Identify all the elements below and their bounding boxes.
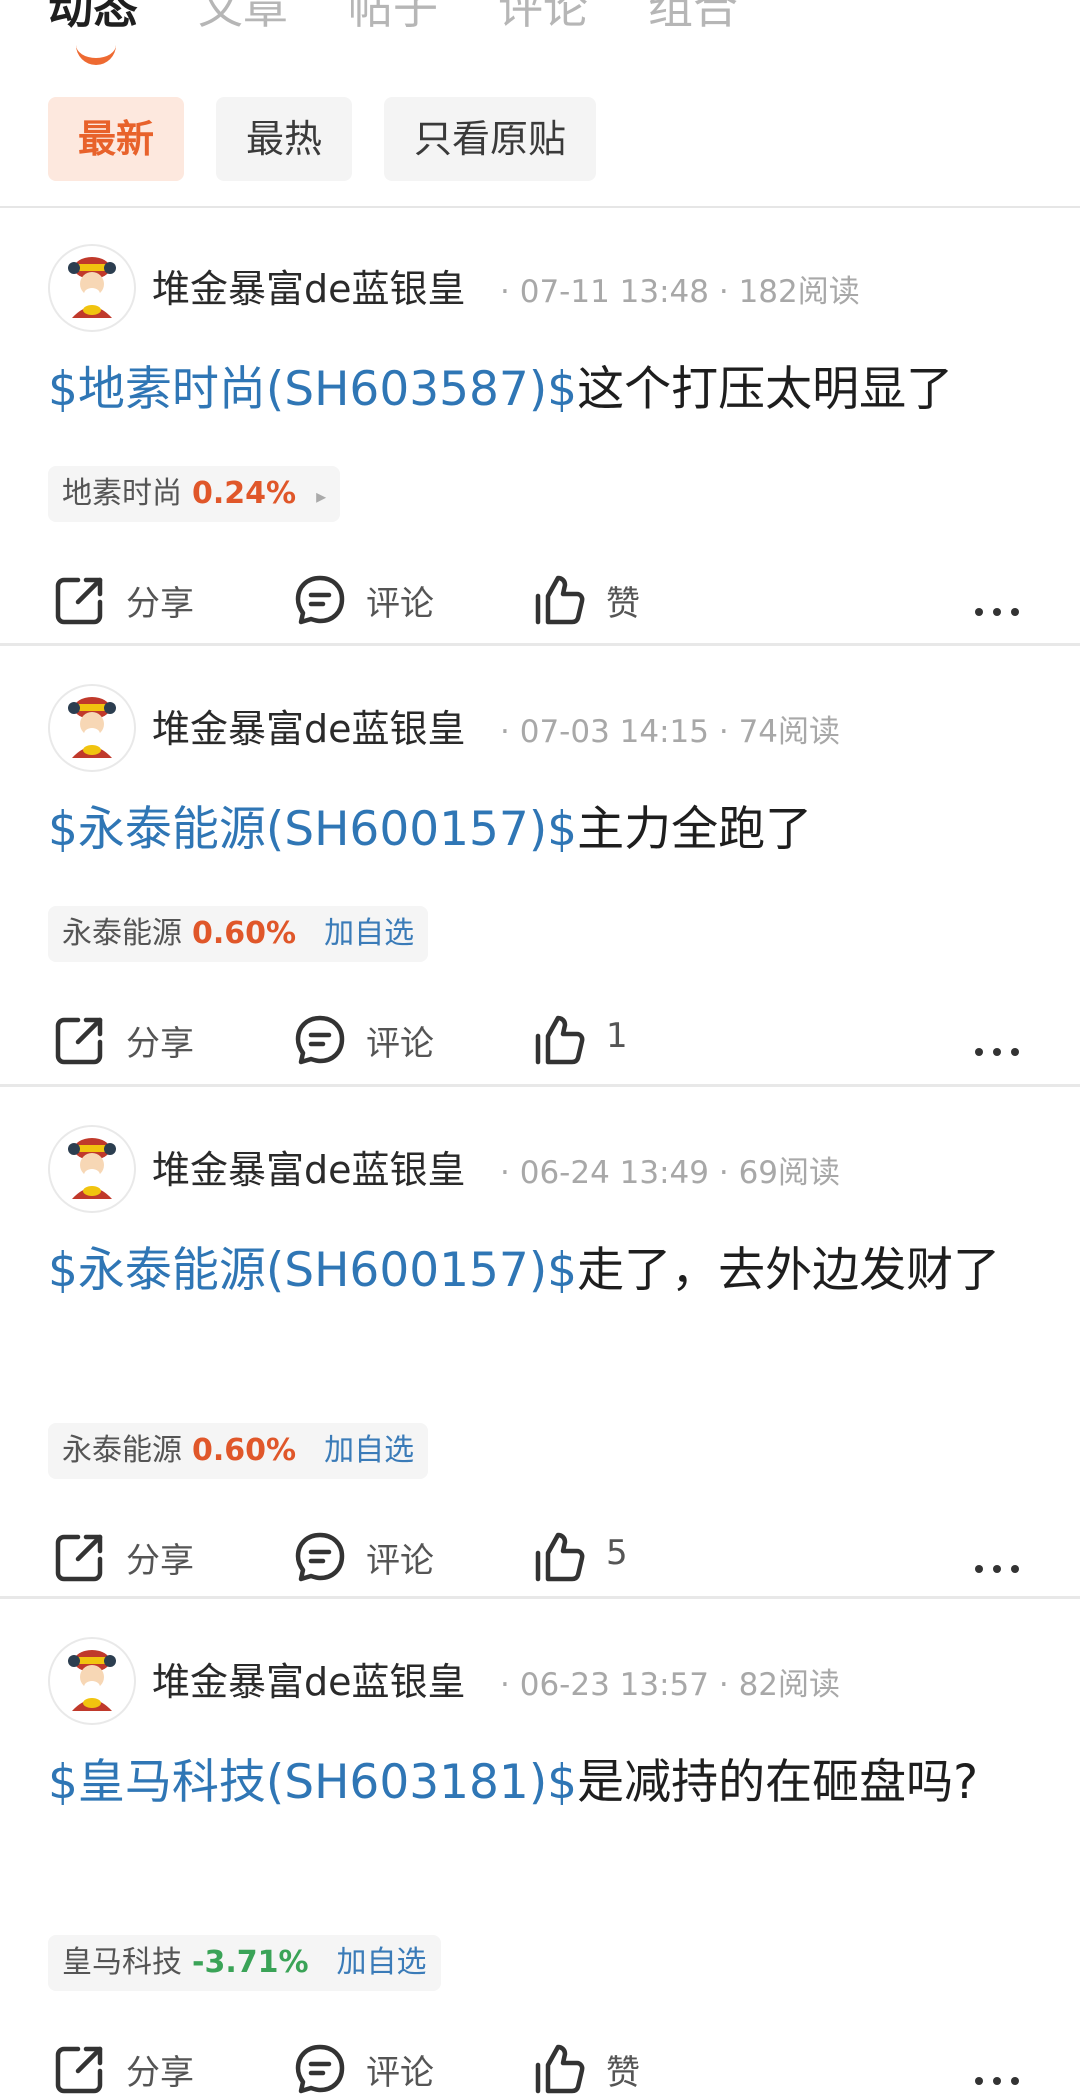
post-text: 走了，去外边发财了 xyxy=(577,1243,1001,1298)
stock-link[interactable]: $永泰能源(SH600157)$ xyxy=(48,1243,577,1298)
share-label: 分享 xyxy=(126,1541,194,1581)
more-options-icon[interactable] xyxy=(970,1547,1024,1580)
post-content[interactable]: $地素时尚(SH603587)$这个打压太明显了 xyxy=(48,352,1028,428)
stock-link[interactable]: $地素时尚(SH603587)$ xyxy=(48,362,577,417)
post-card[interactable]: 堆金暴富de蓝银皇 · 06-23 13:57 · 82阅读 $皇马科技(SH6… xyxy=(0,1599,1080,2094)
post-date: 07-11 13:48 xyxy=(519,274,709,310)
stock-link[interactable]: $永泰能源(SH600157)$ xyxy=(48,802,577,857)
post-meta: · 06-24 13:49 · 69阅读 xyxy=(500,1155,841,1191)
read-count: 182阅读 xyxy=(738,274,860,310)
stock-quote-chip[interactable]: 皇马科技 -3.71% 加自选 xyxy=(48,1935,441,1991)
post-text: 这个打压太明显了 xyxy=(577,362,954,417)
stock-name: 永泰能源 xyxy=(62,916,182,951)
post-meta: · 07-03 14:15 · 74阅读 xyxy=(500,714,841,750)
stock-change: 0.24% xyxy=(192,476,297,511)
tab-comments[interactable]: 评论 xyxy=(498,0,588,38)
stock-name: 地素时尚 xyxy=(62,476,182,511)
read-count: 69阅读 xyxy=(738,1155,841,1191)
post-actions: 分享 评论 赞 xyxy=(0,2037,1080,2097)
tab-bar: 动态 文章 帖子 评论 组合 xyxy=(0,0,1080,92)
like-count: 赞 xyxy=(606,2053,640,2093)
post-content[interactable]: $皇马科技(SH603181)$是减持的在砸盘吗? xyxy=(48,1745,1028,1821)
filter-bar: 最新 最热 只看原贴 xyxy=(0,92,1080,202)
post-date: 06-23 13:57 xyxy=(519,1667,709,1703)
tab-dynamic[interactable]: 动态 xyxy=(48,0,138,38)
stock-change: 0.60% xyxy=(192,1433,297,1468)
share-label: 分享 xyxy=(126,584,194,624)
share-label: 分享 xyxy=(126,1024,194,1064)
active-tab-indicator xyxy=(76,44,116,65)
read-count: 82阅读 xyxy=(738,1667,841,1703)
stock-link[interactable]: $皇马科技(SH603181)$ xyxy=(48,1755,577,1810)
stock-quote-chip[interactable]: 永泰能源 0.60% 加自选 xyxy=(48,906,429,962)
like-count: 5 xyxy=(606,1533,628,1573)
post-actions: 分享 评论 5 xyxy=(0,1525,1080,1585)
post-content[interactable]: $永泰能源(SH600157)$走了，去外边发财了 xyxy=(48,1233,1028,1309)
more-options-icon[interactable] xyxy=(970,2059,1024,2092)
filter-original-only[interactable]: 只看原贴 xyxy=(384,97,597,181)
filter-hot[interactable]: 最热 xyxy=(216,97,353,181)
comment-label: 评论 xyxy=(366,584,434,624)
add-watchlist-button[interactable]: 加自选 xyxy=(337,1945,427,1980)
author-name[interactable]: 堆金暴富de蓝银皇 xyxy=(152,698,466,753)
post-card[interactable]: 堆金暴富de蓝银皇 · 07-03 14:15 · 74阅读 $永泰能源(SH6… xyxy=(0,646,1080,1087)
comment-label: 评论 xyxy=(366,2053,434,2093)
author-name[interactable]: 堆金暴富de蓝银皇 xyxy=(152,258,466,313)
read-count: 74阅读 xyxy=(738,714,841,750)
stock-change: 0.60% xyxy=(192,916,297,951)
tab-posts[interactable]: 帖子 xyxy=(348,0,438,38)
chevron-right-icon[interactable]: ▸ xyxy=(316,484,326,508)
avatar[interactable] xyxy=(48,684,136,772)
author-name[interactable]: 堆金暴富de蓝银皇 xyxy=(152,1651,466,1706)
stock-name: 永泰能源 xyxy=(62,1433,182,1468)
stock-quote-chip[interactable]: 地素时尚 0.24% ▸ xyxy=(48,466,341,522)
avatar[interactable] xyxy=(48,1637,136,1725)
filter-latest[interactable]: 最新 xyxy=(48,97,185,181)
tab-articles[interactable]: 文章 xyxy=(198,0,288,38)
post-text: 是减持的在砸盘吗? xyxy=(577,1755,979,1810)
stock-quote-chip[interactable]: 永泰能源 0.60% 加自选 xyxy=(48,1423,429,1479)
stock-name: 皇马科技 xyxy=(62,1945,182,1980)
post-text: 主力全跑了 xyxy=(577,802,813,857)
post-card[interactable]: 堆金暴富de蓝银皇 · 06-24 13:49 · 69阅读 $永泰能源(SH6… xyxy=(0,1087,1080,1599)
more-options-icon[interactable] xyxy=(970,1030,1024,1063)
comment-label: 评论 xyxy=(366,1024,434,1064)
add-watchlist-button[interactable]: 加自选 xyxy=(324,1433,414,1468)
add-watchlist-button[interactable]: 加自选 xyxy=(324,916,414,951)
more-options-icon[interactable] xyxy=(970,590,1024,623)
post-actions: 分享 评论 赞 xyxy=(0,568,1080,628)
avatar[interactable] xyxy=(48,1125,136,1213)
post-content[interactable]: $永泰能源(SH600157)$主力全跑了 xyxy=(48,792,1028,868)
post-meta: · 07-11 13:48 · 182阅读 xyxy=(500,274,860,310)
post-meta: · 06-23 13:57 · 82阅读 xyxy=(500,1667,841,1703)
tab-portfolios[interactable]: 组合 xyxy=(648,0,738,38)
post-card[interactable]: 堆金暴富de蓝银皇 · 07-11 13:48 · 182阅读 $地素时尚(SH… xyxy=(0,206,1080,646)
like-count: 1 xyxy=(606,1016,628,1056)
author-name[interactable]: 堆金暴富de蓝银皇 xyxy=(152,1139,466,1194)
post-date: 07-03 14:15 xyxy=(519,714,709,750)
post-date: 06-24 13:49 xyxy=(519,1155,709,1191)
like-count: 赞 xyxy=(606,584,640,624)
share-label: 分享 xyxy=(126,2053,194,2093)
stock-change: -3.71% xyxy=(192,1945,309,1980)
avatar[interactable] xyxy=(48,244,136,332)
comment-label: 评论 xyxy=(366,1541,434,1581)
post-actions: 分享 评论 1 xyxy=(0,1008,1080,1068)
